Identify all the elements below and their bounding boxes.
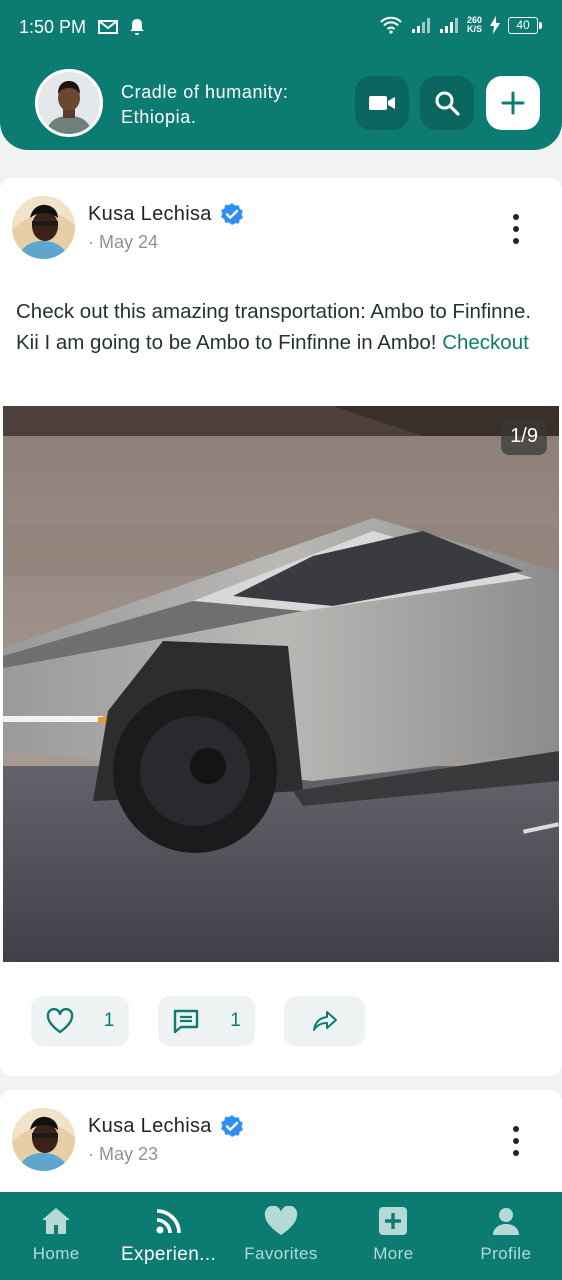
nav-profile-label: Profile xyxy=(480,1244,532,1263)
person-icon xyxy=(492,1208,519,1235)
gmail-icon xyxy=(98,20,118,34)
checkout-link[interactable]: Checkout xyxy=(442,331,529,354)
share-icon xyxy=(312,1011,337,1031)
like-button[interactable]: 1 xyxy=(31,996,129,1046)
post-options-button[interactable] xyxy=(510,1126,522,1156)
app-header: 1:50 PM 260 K/S 40 Cradle of humanity: E… xyxy=(0,0,562,150)
video-call-button[interactable] xyxy=(355,76,409,130)
nav-favorites-label: Favorites xyxy=(244,1244,318,1263)
charging-icon xyxy=(490,16,500,34)
nav-experiences[interactable]: Experien... xyxy=(112,1192,224,1280)
battery-level: 40 xyxy=(516,18,530,32)
nav-home[interactable]: Home xyxy=(0,1192,112,1280)
share-button[interactable] xyxy=(284,996,365,1046)
post-author-avatar[interactable] xyxy=(12,196,75,259)
more-vertical-icon xyxy=(513,214,519,220)
video-camera-icon xyxy=(369,96,395,110)
author-portrait xyxy=(12,196,75,259)
post-options-button[interactable] xyxy=(510,214,522,244)
post-card: Kusa Lechisa · May 24 Check out this ama… xyxy=(0,178,562,1076)
signal-icon-2 xyxy=(439,18,458,33)
speed-unit: K/S xyxy=(466,24,482,34)
post-author-name[interactable]: Kusa Lechisa xyxy=(88,1115,212,1138)
status-bar: 1:50 PM 260 K/S 40 xyxy=(0,0,562,56)
create-post-button[interactable] xyxy=(486,76,540,130)
battery-indicator: 40 xyxy=(508,16,542,34)
verified-badge-icon xyxy=(220,203,243,225)
heart-outline-icon xyxy=(46,1008,73,1034)
post-author-row: Kusa Lechisa xyxy=(88,1114,244,1138)
like-count: 1 xyxy=(103,1010,115,1031)
heart-icon xyxy=(264,1206,298,1235)
post-author-row: Kusa Lechisa xyxy=(88,202,244,226)
comment-count: 1 xyxy=(230,1010,241,1031)
nav-more-label: More xyxy=(373,1244,414,1263)
post-body: Check out this amazing transportation: A… xyxy=(16,296,556,358)
comment-icon xyxy=(174,1009,199,1034)
network-speed: 260 K/S xyxy=(467,16,482,34)
search-icon xyxy=(435,91,460,116)
comment-button[interactable]: 1 xyxy=(158,996,255,1046)
post-date: · May 24 xyxy=(88,232,159,252)
user-avatar[interactable] xyxy=(35,69,103,137)
post-image-carousel[interactable]: 1/9 xyxy=(3,406,559,962)
nav-experiences-label: Experien... xyxy=(120,1244,217,1265)
more-vertical-icon xyxy=(513,1126,519,1132)
plus-icon xyxy=(501,91,525,115)
bell-icon xyxy=(130,19,144,35)
home-icon xyxy=(42,1208,71,1234)
status-notification-icons xyxy=(97,18,145,36)
search-button[interactable] xyxy=(420,76,474,130)
bottom-navigation: Home Experien... Favorites More Profile xyxy=(0,1192,562,1280)
plus-box-icon xyxy=(379,1207,408,1235)
cybertruck-photo xyxy=(3,406,559,962)
header-title: Cradle of humanity: Ethiopia. xyxy=(121,82,289,127)
nav-favorites[interactable]: Favorites xyxy=(225,1192,337,1280)
signal-icon xyxy=(411,18,430,33)
nav-home-label: Home xyxy=(32,1244,80,1263)
nav-more[interactable]: More xyxy=(337,1192,449,1280)
status-system-icons: 260 K/S 40 xyxy=(379,16,542,34)
status-time: 1:50 PM xyxy=(19,17,87,37)
avatar-portrait xyxy=(38,72,100,134)
nav-profile[interactable]: Profile xyxy=(450,1192,562,1280)
post-author-name[interactable]: Kusa Lechisa xyxy=(88,203,212,226)
rss-feed-icon xyxy=(156,1209,181,1234)
author-portrait xyxy=(12,1108,75,1171)
verified-badge-icon xyxy=(220,1115,243,1137)
post-date: · May 23 xyxy=(88,1144,159,1164)
post-author-avatar[interactable] xyxy=(12,1108,75,1171)
media-counter: 1/9 xyxy=(501,418,547,455)
wifi-icon xyxy=(380,16,402,34)
